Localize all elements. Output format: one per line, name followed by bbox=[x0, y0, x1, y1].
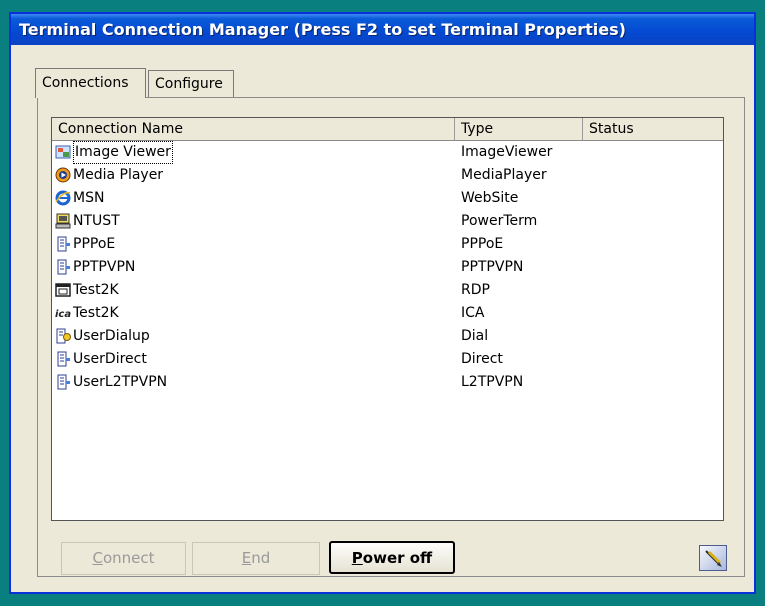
list-rows: Image Viewer ImageViewer Media Player Media… bbox=[52, 141, 723, 394]
terminal-connection-manager-window: Terminal Connection Manager (Press F2 to… bbox=[9, 12, 756, 594]
power-mnemonic: P bbox=[351, 549, 363, 567]
connection-name: Test2K bbox=[73, 282, 119, 298]
window-title[interactable]: Terminal Connection Manager (Press F2 to… bbox=[11, 14, 754, 45]
connection-name: PPPoE bbox=[73, 236, 116, 252]
list-item[interactable]: Image Viewer ImageViewer bbox=[52, 141, 723, 164]
connection-name: UserL2TPVPN bbox=[73, 374, 168, 390]
connection-name: Test2K bbox=[73, 305, 119, 321]
internet-explorer-icon bbox=[55, 190, 71, 206]
connection-type: MediaPlayer bbox=[461, 167, 547, 183]
list-item[interactable]: ica Test2K ICA bbox=[52, 302, 723, 325]
connection-type: ImageViewer bbox=[461, 144, 553, 160]
power-off-button[interactable]: Power off bbox=[329, 541, 455, 574]
list-item[interactable]: UserDirect Direct bbox=[52, 348, 723, 371]
column-header-connection-name[interactable]: Connection Name bbox=[52, 118, 455, 140]
list-item[interactable]: Test2K RDP bbox=[52, 279, 723, 302]
network-connection-icon bbox=[57, 351, 70, 367]
end-mnemonic: E bbox=[241, 549, 252, 567]
pencil-edit-icon[interactable] bbox=[699, 545, 727, 571]
connect-label: onnect bbox=[102, 549, 155, 567]
connect-button[interactable]: Connect bbox=[61, 542, 186, 575]
connection-type: RDP bbox=[461, 282, 490, 298]
list-item[interactable]: UserDialup Dial bbox=[52, 325, 723, 348]
connection-type: L2TPVPN bbox=[461, 374, 524, 390]
connection-name: PPTPVPN bbox=[73, 259, 136, 275]
terminal-computer-icon bbox=[55, 213, 71, 229]
column-header-type[interactable]: Type bbox=[455, 118, 583, 140]
dialup-connection-icon bbox=[56, 328, 71, 344]
list-header: Connection Name Type Status bbox=[52, 118, 723, 141]
pencil-edit-icon-graphic bbox=[705, 550, 722, 567]
connection-name: UserDirect bbox=[73, 351, 147, 367]
connection-type: Dial bbox=[461, 328, 489, 344]
ica-icon: ica bbox=[55, 309, 71, 320]
connection-name: Image Viewer bbox=[73, 141, 173, 164]
end-label: nd bbox=[251, 549, 271, 567]
connection-type: ICA bbox=[461, 305, 485, 321]
list-item[interactable]: NTUST PowerTerm bbox=[52, 210, 723, 233]
connection-name: Media Player bbox=[73, 167, 164, 183]
connection-type: PowerTerm bbox=[461, 213, 538, 229]
connect-mnemonic: C bbox=[92, 549, 103, 567]
list-item[interactable]: UserL2TPVPN L2TPVPN bbox=[52, 371, 723, 394]
end-button[interactable]: End bbox=[192, 542, 320, 575]
power-label: ower off bbox=[362, 549, 433, 567]
connection-type: WebSite bbox=[461, 190, 519, 206]
connection-name: MSN bbox=[73, 190, 105, 206]
network-connection-icon bbox=[57, 236, 70, 252]
connection-type: PPPoE bbox=[461, 236, 504, 252]
connection-name: NTUST bbox=[73, 213, 120, 229]
network-connection-icon bbox=[57, 374, 70, 390]
svg-text:ica: ica bbox=[55, 309, 71, 320]
list-item[interactable]: Media Player MediaPlayer bbox=[52, 164, 723, 187]
connection-type: Direct bbox=[461, 351, 503, 367]
list-item[interactable]: MSN WebSite bbox=[52, 187, 723, 210]
image-viewer-icon bbox=[55, 145, 71, 159]
tab-connections[interactable]: Connections bbox=[35, 68, 146, 98]
list-item[interactable]: PPTPVPN PPTPVPN bbox=[52, 256, 723, 279]
media-player-icon bbox=[55, 167, 71, 183]
connections-list[interactable]: Connection Name Type Status Image Viewer… bbox=[51, 117, 724, 521]
list-item[interactable]: PPPoE PPPoE bbox=[52, 233, 723, 256]
connection-type: PPTPVPN bbox=[461, 259, 524, 275]
tab-configure[interactable]: Configure bbox=[148, 70, 234, 97]
connection-name: UserDialup bbox=[73, 328, 150, 344]
column-header-status[interactable]: Status bbox=[583, 118, 723, 140]
network-connection-icon bbox=[57, 259, 70, 275]
rdp-window-icon bbox=[55, 283, 71, 297]
